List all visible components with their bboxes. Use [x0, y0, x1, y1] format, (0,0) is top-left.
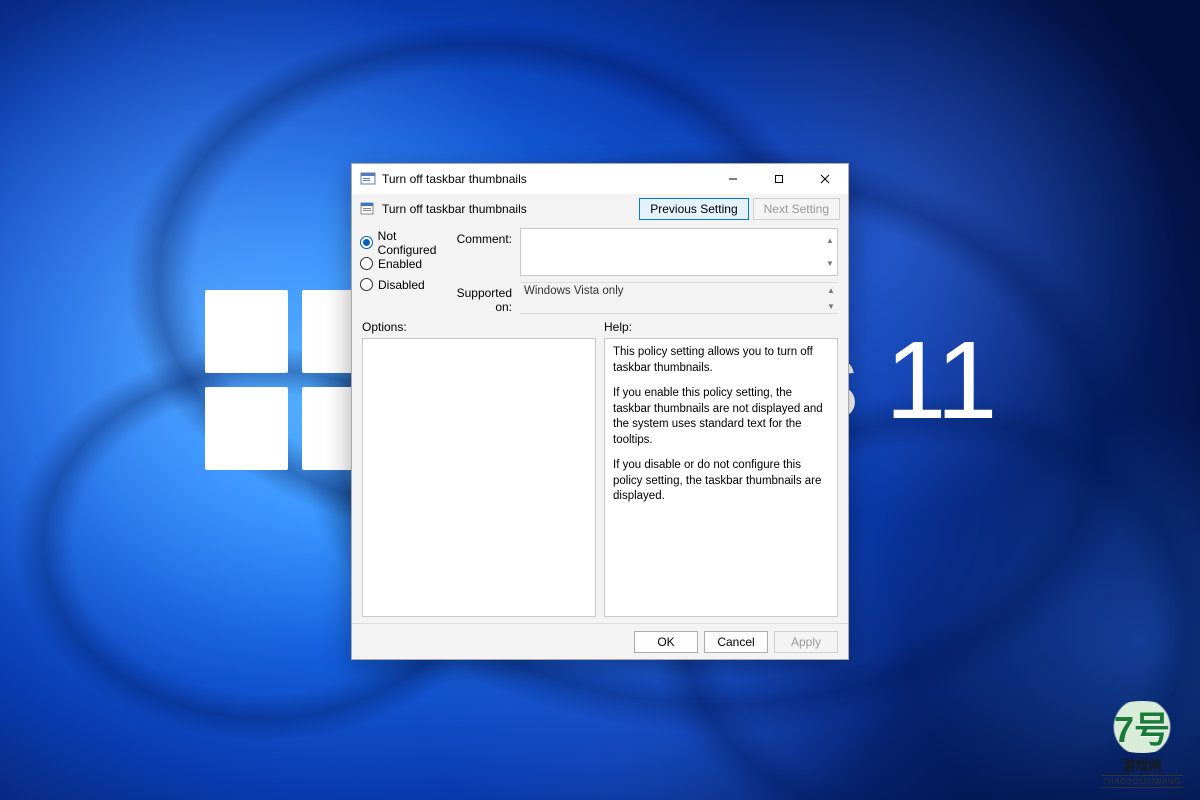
radio-not-configured[interactable]: Not Configured: [360, 232, 456, 253]
watermark-cn: 游戏网: [1122, 755, 1161, 774]
state-radio-group: Not Configured Enabled Disabled: [360, 228, 456, 314]
help-paragraph: This policy setting allows you to turn o…: [613, 345, 829, 376]
site-watermark: 7号 游戏网 7HAOYOUXIWANG: [1096, 701, 1188, 788]
supported-scroll-down-icon[interactable]: ▼: [824, 299, 838, 315]
comment-scroll-down-icon[interactable]: ▼: [823, 252, 837, 275]
policy-setting-icon: [360, 201, 376, 217]
help-label: Help:: [604, 320, 838, 334]
comment-label: Comment:: [456, 228, 520, 246]
comment-scroll-up-icon[interactable]: ▲: [823, 229, 837, 252]
help-paragraph: If you disable or do not configure this …: [613, 458, 829, 505]
dialog-footer: OK Cancel Apply: [352, 623, 848, 659]
lower-panel: Options: Help: This policy setting allow…: [352, 316, 848, 623]
watermark-number: 7号: [1114, 701, 1170, 753]
maximize-button[interactable]: [756, 164, 802, 194]
window-title: Turn off taskbar thumbnails: [382, 172, 710, 186]
close-button[interactable]: [802, 164, 848, 194]
cancel-button[interactable]: Cancel: [704, 631, 768, 653]
supported-scroll-up-icon[interactable]: ▲: [824, 283, 838, 299]
policy-dialog: Turn off taskbar thumbnails Turn off tas…: [351, 163, 849, 660]
ok-button[interactable]: OK: [634, 631, 698, 653]
titlebar[interactable]: Turn off taskbar thumbnails: [352, 164, 848, 194]
radio-label: Not Configured: [378, 229, 456, 257]
supported-label: Supported on:: [456, 282, 520, 314]
next-setting-button: Next Setting: [753, 198, 840, 220]
options-pane: [362, 338, 596, 617]
radio-label: Enabled: [378, 257, 422, 271]
watermark-pinyin: 7HAOYOUXIWANG: [1101, 775, 1183, 788]
radio-disabled[interactable]: Disabled: [360, 274, 456, 295]
radio-icon: [360, 236, 373, 249]
help-pane: This policy setting allows you to turn o…: [604, 338, 838, 617]
radio-icon: [360, 257, 373, 270]
options-label: Options:: [362, 320, 596, 334]
supported-value: Windows Vista only: [524, 285, 624, 297]
policy-app-icon: [360, 171, 376, 187]
apply-button: Apply: [774, 631, 838, 653]
supported-on-field: Windows Vista only ▲ ▼: [520, 282, 838, 314]
help-paragraph: If you enable this policy setting, the t…: [613, 386, 829, 448]
radio-icon: [360, 278, 373, 291]
comment-input[interactable]: ▲ ▼: [520, 228, 838, 276]
watermark-globe-icon: 7号: [1096, 701, 1188, 753]
minimize-button[interactable]: [710, 164, 756, 194]
policy-header: Turn off taskbar thumbnails Previous Set…: [352, 194, 848, 226]
policy-title: Turn off taskbar thumbnails: [382, 202, 635, 216]
previous-setting-button[interactable]: Previous Setting: [639, 198, 748, 220]
upper-panel: Not Configured Enabled Disabled Comment:…: [352, 226, 848, 316]
radio-label: Disabled: [378, 278, 425, 292]
